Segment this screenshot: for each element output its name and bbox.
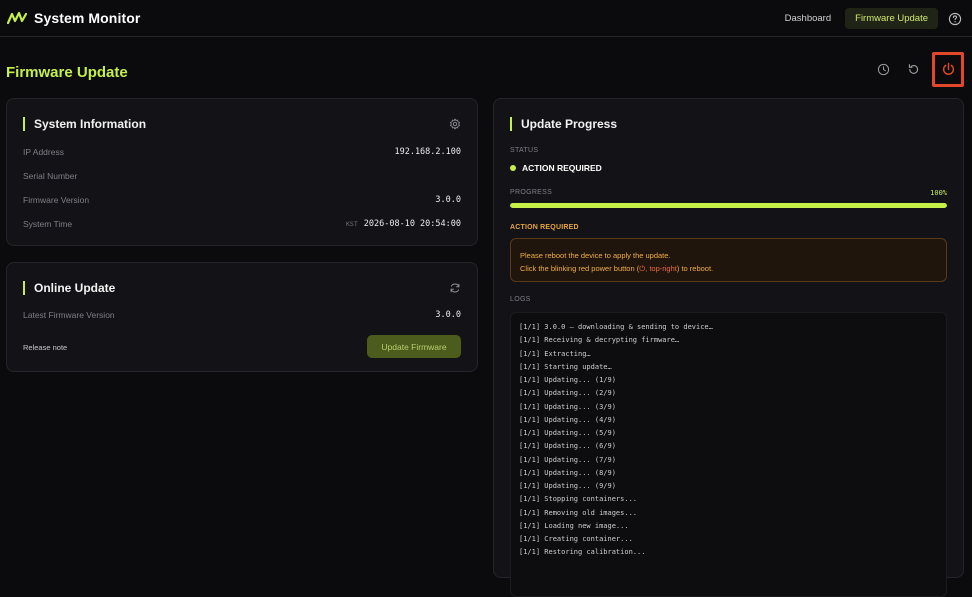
help-circle-icon[interactable] (948, 12, 962, 26)
log-line: [1/1] Updating... (9/9) (519, 482, 616, 490)
system-info-card: System Information IP Address 192.168.2.… (6, 98, 478, 246)
log-line: [1/1] Updating... (6/9) (519, 442, 616, 451)
update-progress-title: Update Progress (510, 117, 617, 131)
app-title: System Monitor (34, 10, 141, 26)
action-required-label: ACTION REQUIRED (510, 224, 579, 231)
progress-label: PROGRESS (510, 189, 553, 196)
ip-address-label: IP Address (23, 147, 64, 157)
serial-number-row: Serial Number (23, 171, 461, 185)
log-line: [1/1] Updating... (7/9) (519, 455, 616, 464)
wave-logo-icon (7, 11, 27, 25)
log-line: [1/1] Updating... (5/9) (519, 429, 616, 437)
alert-line-2: Click the blinking red power button (⏻, … (520, 262, 937, 275)
log-line: [1/1] Stopping containers... (519, 495, 638, 504)
timezone-label: KST (346, 220, 358, 228)
online-update-card: Online Update Latest Firmware Version 3.… (6, 262, 478, 372)
latest-firmware-label: Latest Firmware Version (23, 310, 115, 320)
clock-icon (877, 63, 889, 76)
reboot-alert: Please reboot the device to apply the up… (510, 238, 947, 282)
log-line: [1/1] Loading new image... (519, 521, 629, 530)
refresh-icon[interactable] (449, 282, 461, 294)
system-time-text: 2026-08-10 20:54:00 (363, 219, 461, 229)
nav-dashboard[interactable]: Dashboard (775, 8, 841, 29)
latest-firmware-value: 3.0.0 (435, 310, 461, 320)
latest-firmware-row: Latest Firmware Version 3.0.0 (23, 310, 461, 324)
log-line: [1/1] Extracting… (519, 349, 591, 358)
update-firmware-button[interactable]: Update Firmware (367, 335, 461, 358)
log-line: [1/1] Updating... (3/9) (519, 402, 616, 411)
alert-line-2-highlight: ⏻, top-right (639, 264, 677, 273)
brand[interactable]: System Monitor (7, 10, 140, 26)
firmware-version-label: Firmware Version (23, 195, 90, 205)
power-button[interactable] (932, 52, 964, 87)
top-bar: System Monitor Dashboard Firmware Update (0, 0, 972, 37)
log-line: [1/1] Restoring calibration... (519, 548, 646, 557)
log-line: [1/1] Updating... (4/9) (519, 415, 616, 424)
status-text: ACTION REQUIRED (522, 163, 602, 173)
main-nav: Dashboard Firmware Update (775, 0, 972, 37)
log-line: [1/1] Removing old images... (519, 508, 638, 517)
system-time-value: KST 2026-08-10 20:54:00 (346, 219, 461, 229)
serial-number-label: Serial Number (23, 171, 78, 181)
status-dot (510, 165, 516, 171)
log-line: [1/1] 3.0.0 — downloading & sending to d… (519, 323, 713, 331)
progress-percent: 100% (930, 189, 947, 197)
status-label: STATUS (510, 147, 539, 154)
system-time-row: System Time KST 2026-08-10 20:54:00 (23, 219, 461, 233)
alert-line-2-pre: Click the blinking red power button ( (520, 264, 640, 273)
page-title: Firmware Update (6, 64, 128, 81)
log-line: [1/1] Updating... (8/9) (519, 468, 616, 477)
power-icon (942, 62, 954, 75)
log-line: [1/1] Receiving & decrypting firmware… (519, 336, 680, 345)
gear-icon[interactable] (449, 118, 461, 130)
alert-line-1: Please reboot the device to apply the up… (520, 251, 671, 260)
firmware-version-row: Firmware Version 3.0.0 (23, 195, 461, 209)
log-line: [1/1] Updating... (2/9) (519, 389, 616, 398)
online-update-title: Online Update (23, 281, 115, 295)
rotate-ccw-icon (908, 64, 918, 74)
undo-button[interactable] (900, 55, 926, 85)
progress-bar (510, 203, 947, 208)
system-info-title: System Information (23, 117, 146, 131)
log-line: [1/1] Starting update… (519, 362, 612, 371)
log-line: [1/1] Updating... (1/9) (519, 376, 616, 384)
log-line: [1/1] Creating container... (519, 535, 633, 543)
update-progress-card: Update Progress STATUS ACTION REQUIRED P… (493, 98, 964, 597)
ip-address-row: IP Address 192.168.2.100 (23, 147, 461, 161)
progress-bar-fill (510, 203, 947, 208)
nav-firmware-update[interactable]: Firmware Update (845, 8, 938, 29)
alert-line-2-post: ) to reboot. (676, 264, 714, 273)
system-time-label: System Time (23, 219, 73, 229)
page-actions (866, 52, 964, 87)
firmware-version-value: 3.0.0 (435, 195, 461, 205)
logs-panel[interactable]: [1/1] 3.0.0 — downloading & sending to d… (510, 312, 947, 597)
release-note-link[interactable]: Release note (23, 343, 67, 352)
history-button[interactable] (870, 55, 896, 85)
ip-address-value: 192.168.2.100 (394, 147, 461, 157)
logs-label: LOGS (510, 296, 531, 303)
status-indicator: ACTION REQUIRED (510, 163, 602, 173)
